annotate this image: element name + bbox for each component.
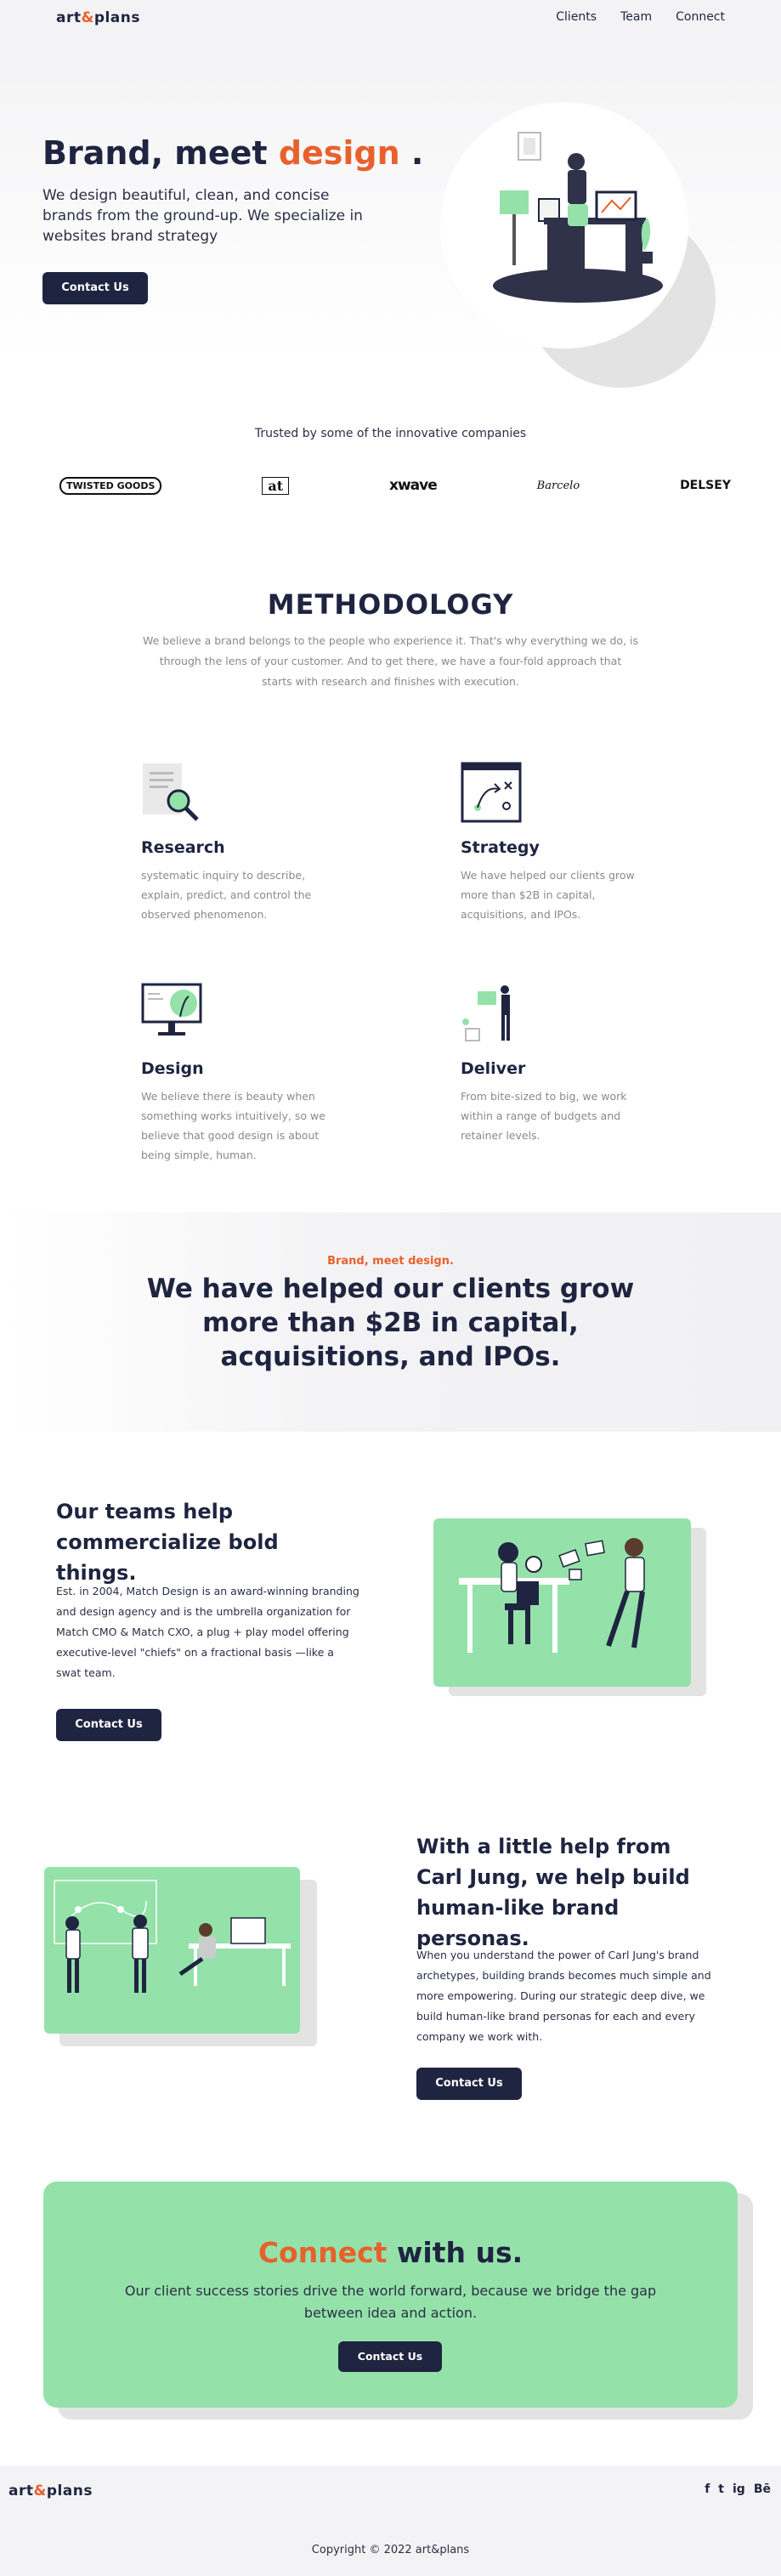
jung-title: With a little help from Carl Jung, we he…	[416, 1835, 690, 1950]
brand-logo[interactable]: art&plans	[56, 9, 140, 26]
client-logo-at: at	[262, 476, 290, 495]
hero-subtitle: We design beautiful, clean, and concise …	[42, 187, 363, 245]
twitter-icon[interactable]: t	[718, 2482, 724, 2496]
client-logo-xwave: xwave	[389, 477, 438, 494]
logo-text-art: art	[56, 9, 82, 26]
method-card-title: Research	[141, 838, 225, 857]
connect-subtitle: Our client success stories drive the wor…	[124, 2283, 657, 2321]
teams-title: Our teams help commercialize bold things…	[56, 1500, 279, 1585]
hero-title-text: Brand, meet	[42, 134, 279, 172]
method-card-deliver: Deliver From bite-sized to big, we work …	[461, 983, 656, 1145]
hero-title-accent: design	[278, 134, 400, 172]
copyright-text: Copyright © 2022 art&plans	[311, 2544, 470, 2556]
logo-text-plans: plans	[93, 9, 141, 26]
footer-logo[interactable]: art&plans	[8, 2482, 93, 2499]
method-card-text: We have helped our clients grow more tha…	[461, 869, 635, 921]
nav-link-connect[interactable]: Connect	[676, 10, 725, 24]
method-card-research: Research systematic inquiry to describe,…	[141, 762, 337, 924]
connect-title: Connect with us.	[43, 2236, 738, 2269]
method-card-title: Deliver	[461, 1059, 526, 1078]
footer-logo-art: art	[8, 2482, 34, 2499]
method-card-title: Strategy	[461, 838, 540, 857]
connect-section: Connect with us. Our client success stor…	[43, 2182, 738, 2408]
client-logo-barcelo: Barcelo	[536, 479, 580, 492]
nav-link-team[interactable]: Team	[620, 10, 652, 24]
trusted-label: Trusted by some of the innovative compan…	[254, 427, 527, 440]
connect-contact-button[interactable]: Contact Us	[338, 2341, 442, 2372]
behance-icon[interactable]: Bē	[754, 2482, 771, 2496]
design-monitor-icon	[141, 983, 202, 1036]
hero-desk-illustration-icon	[493, 132, 663, 303]
client-logo-delsey: DELSEY	[680, 479, 731, 492]
hero-section: Brand, meet design . We design beautiful…	[0, 39, 781, 388]
hero-title-period: .	[399, 134, 424, 172]
strategy-board-icon	[461, 762, 522, 823]
jung-contact-button[interactable]: Contact Us	[416, 2068, 522, 2100]
jung-illustration-card	[44, 1867, 300, 2034]
deliver-boxes-icon	[462, 985, 510, 1041]
brainstorm-team-illustration-icon	[54, 1880, 291, 1993]
facebook-icon[interactable]: f	[705, 2482, 710, 2496]
social-links: f t ig Bē	[705, 2482, 771, 2496]
method-card-title: Design	[141, 1059, 204, 1078]
stats-banner: Brand, meet design. We have helped our c…	[0, 1212, 781, 1432]
top-navbar: art&plans Clients Team Connect	[0, 0, 781, 39]
client-logo-twisted-goods: TWISTED GOODS	[59, 476, 162, 495]
methodology-description: We believe a brand belongs to the people…	[143, 634, 638, 688]
teams-illustration-card	[433, 1518, 691, 1687]
banner-tagline: Brand, meet design.	[327, 1255, 454, 1268]
method-card-strategy: Strategy We have helped our clients grow…	[461, 762, 656, 924]
hero-contact-button[interactable]: Contact Us	[42, 272, 148, 304]
teams-contact-button[interactable]: Contact Us	[56, 1709, 161, 1741]
jung-body: When you understand the power of Carl Ju…	[416, 1949, 711, 2043]
footer: art&plans f t ig Bē Copyright © 2022 art…	[0, 2465, 781, 2576]
banner-title: We have helped our clients grow more tha…	[146, 1274, 635, 1372]
footer-logo-plans: plans	[46, 2482, 93, 2499]
nav-links: Clients Team Connect	[556, 10, 725, 24]
client-logos-row: TWISTED GOODS at xwave Barcelo DELSEY	[59, 473, 731, 498]
connect-title-accent: Connect	[258, 2236, 388, 2269]
logo-ampersand: &	[81, 9, 94, 26]
hero-title: Brand, meet design .	[42, 134, 423, 172]
method-card-text: systematic inquiry to describe, explain,…	[141, 869, 312, 921]
teams-body: Est. in 2004, Match Design is an award-w…	[56, 1585, 359, 1679]
footer-logo-ampersand: &	[33, 2482, 47, 2499]
nav-link-clients[interactable]: Clients	[556, 10, 597, 24]
method-card-text: We believe there is beauty when somethin…	[141, 1090, 325, 1161]
methodology-title: METHODOLOGY	[267, 588, 514, 621]
instagram-icon[interactable]: ig	[733, 2482, 745, 2496]
connect-title-text: with us.	[387, 2236, 523, 2269]
research-magnifier-icon	[143, 763, 199, 821]
method-card-text: From bite-sized to big, we work within a…	[461, 1090, 627, 1142]
method-card-design: Design We believe there is beauty when s…	[141, 983, 337, 1165]
office-team-illustration-icon	[459, 1538, 645, 1653]
